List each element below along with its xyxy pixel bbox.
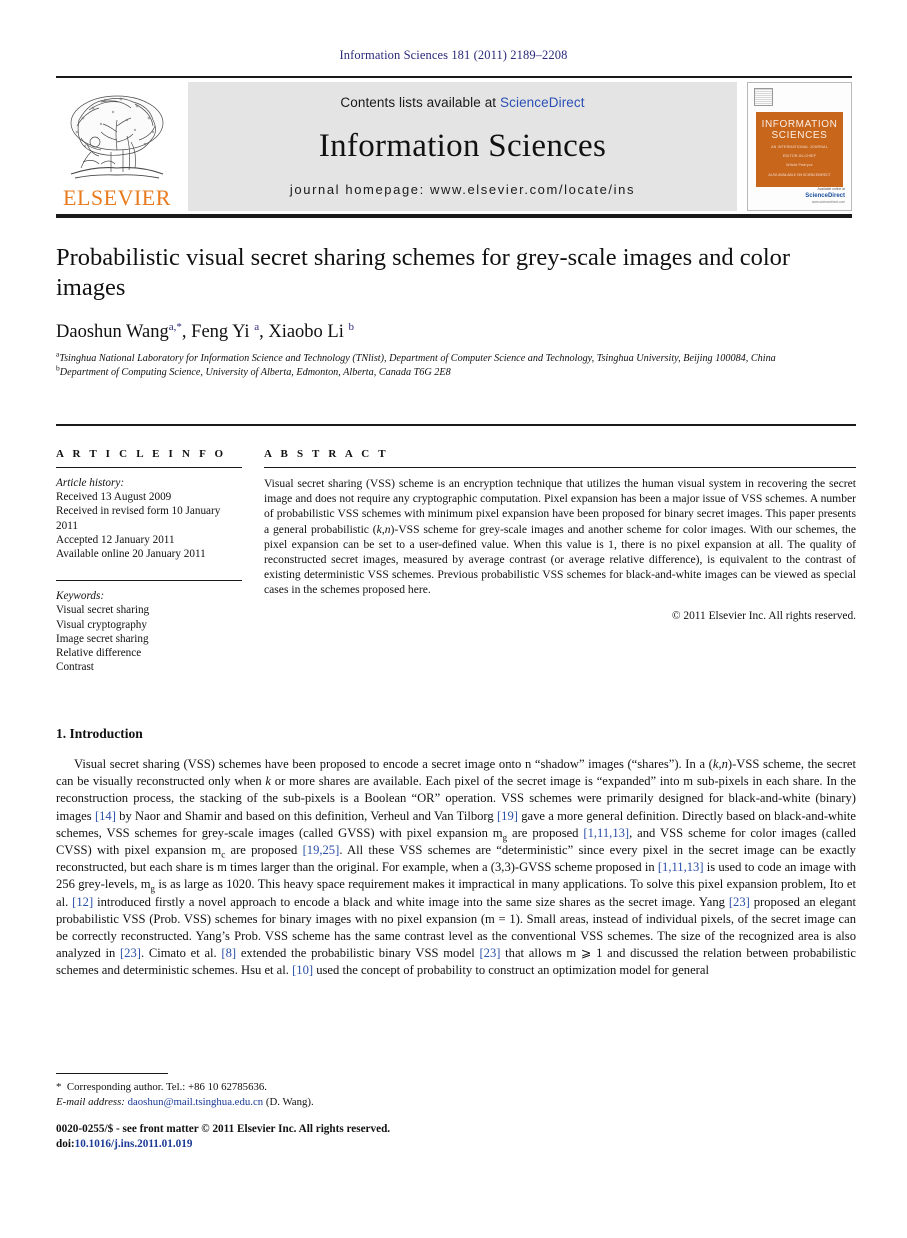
elsevier-tree-icon: [65, 90, 169, 186]
cover-publisher-logo-icon: [754, 88, 773, 106]
history-item: Available online 20 January 2011: [56, 548, 206, 561]
info-abstract-columns: A R T I C L E I N F O Article history: R…: [56, 448, 856, 674]
running-head: Information Sciences 181 (2011) 2189–220…: [339, 48, 568, 62]
cover-sd-url: www.sciencedirect.com: [811, 200, 845, 204]
info-abstract-top-rule: [56, 424, 856, 426]
journal-masthead: ELSEVIER Contents lists available at Sci…: [56, 76, 852, 218]
title-block: Probabilistic visual secret sharing sche…: [56, 243, 856, 379]
keyword-item: Relative difference: [56, 647, 142, 660]
introduction-section: 1. Introduction Visual secret sharing (V…: [56, 726, 856, 980]
keyword-item: Visual cryptography: [56, 618, 147, 631]
affiliation-b: bDepartment of Computing Science, Univer…: [56, 364, 856, 380]
article-history-label: Article history:: [56, 477, 125, 489]
abstract-copyright: © 2011 Elsevier Inc. All rights reserved…: [671, 609, 856, 622]
footnote-rule: [56, 1073, 168, 1074]
affiliation-a: aTsinghua National Laboratory for Inform…: [56, 350, 856, 366]
author-list: Daoshun Wanga,*, Feng Yi a, Xiaobo Li b: [56, 320, 354, 342]
cover-subtitle: AN INTERNATIONAL JOURNAL: [771, 145, 828, 149]
keywords-rule: [56, 580, 242, 582]
doi-line: doi:10.1016/j.ins.2011.01.019: [56, 1137, 576, 1152]
cover-editor-name: Witold Pedrycz: [786, 163, 813, 167]
journal-cover-thumbnail: INFORMATION SCIENCES AN INTERNATIONAL JO…: [747, 82, 852, 211]
info-abstract-region: A R T I C L E I N F O Article history: R…: [56, 424, 856, 674]
affiliations: aTsinghua National Laboratory for Inform…: [56, 350, 856, 380]
issn-copyright-line: 0020-0255/$ - see front matter © 2011 El…: [56, 1123, 391, 1135]
history-item: Received in revised form 10 January 2011: [56, 505, 221, 532]
affiliation-a-text: Tsinghua National Laboratory for Informa…: [59, 353, 776, 364]
cover-sd-name: ScienceDirect: [805, 193, 845, 199]
email-note: E-mail address: daoshun@mail.tsinghua.ed…: [56, 1096, 314, 1108]
history-item: Accepted 12 January 2011: [56, 533, 175, 546]
elsevier-wordmark: ELSEVIER: [63, 185, 171, 210]
masthead-row: ELSEVIER Contents lists available at Sci…: [56, 82, 852, 211]
masthead-top-rule: [56, 76, 852, 78]
cover-title-band: INFORMATION SCIENCES AN INTERNATIONAL JO…: [756, 112, 843, 187]
cover-editor-label: EDITOR-IN-CHIEF: [782, 154, 817, 158]
keyword-item: Visual secret sharing: [56, 604, 150, 617]
cover-availability-note: ALSO AVAILABLE ON SCIENCEDIRECT: [768, 173, 831, 177]
keyword-item: Contrast: [56, 661, 94, 674]
abstract-heading: A B S T R A C T: [264, 448, 389, 460]
paper-page: Information Sciences 181 (2011) 2189–220…: [0, 0, 907, 1238]
masthead-center-panel: Contents lists available at ScienceDirec…: [188, 82, 737, 211]
masthead-bottom-rule: [56, 214, 852, 218]
doi-label: doi:: [56, 1137, 75, 1150]
article-info-rule: [56, 467, 242, 468]
imprint-block: 0020-0255/$ - see front matter © 2011 El…: [56, 1122, 576, 1151]
keywords-label: Keywords:: [56, 590, 105, 603]
section-paragraph: Visual secret sharing (VSS) schemes have…: [56, 757, 857, 978]
page-title: Probabilistic visual secret sharing sche…: [56, 244, 791, 301]
keywords-block: Keywords: Visual secret sharing Visual c…: [56, 589, 242, 674]
contents-lists-prefix: Contents lists available at: [340, 95, 501, 110]
contents-lists-line: Contents lists available at ScienceDirec…: [340, 95, 584, 110]
article-history: Article history: Received 13 August 2009…: [56, 476, 242, 561]
abstract-rule: [264, 467, 856, 468]
history-item: Received 13 August 2009: [56, 491, 172, 504]
article-info-heading: A R T I C L E I N F O: [56, 448, 227, 460]
footnote-block: * Corresponding author. Tel.: +86 10 627…: [56, 1073, 476, 1110]
elsevier-logo: ELSEVIER: [56, 82, 178, 211]
affiliation-b-text: Department of Computing Science, Univers…: [59, 366, 451, 378]
doi-link[interactable]: 10.1016/j.ins.2011.01.019: [75, 1138, 193, 1150]
sciencedirect-link[interactable]: ScienceDirect: [500, 95, 585, 110]
abstract-column: A B S T R A C T Visual secret sharing (V…: [264, 448, 856, 674]
cover-sciencedirect-block: Available online at ScienceDirect www.sc…: [805, 187, 845, 205]
section-heading: 1. Introduction: [56, 726, 143, 741]
cover-title-line2: SCIENCES: [771, 130, 828, 141]
journal-homepage-link[interactable]: journal homepage: www.elsevier.com/locat…: [290, 182, 635, 197]
journal-title: Information Sciences: [318, 127, 607, 164]
abstract-text: Visual secret sharing (VSS) scheme is an…: [264, 477, 856, 597]
corresponding-author-note: * Corresponding author. Tel.: +86 10 627…: [56, 1081, 267, 1093]
article-info-column: A R T I C L E I N F O Article history: R…: [56, 448, 264, 674]
keyword-item: Image secret sharing: [56, 632, 149, 645]
cover-title-line1: INFORMATION: [761, 119, 838, 130]
